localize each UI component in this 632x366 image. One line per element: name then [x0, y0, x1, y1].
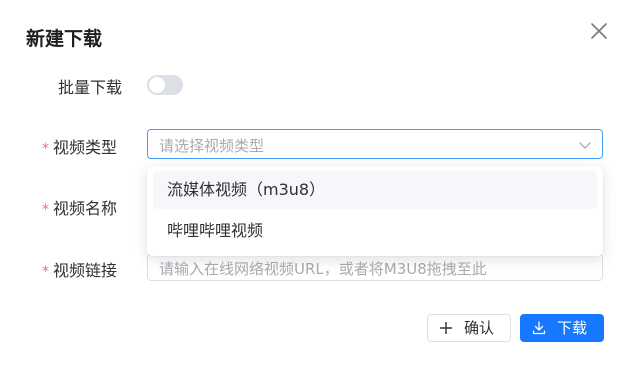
- switch-knob: [149, 77, 165, 93]
- confirm-button[interactable]: 确认: [427, 314, 511, 342]
- video-link-placeholder: 请输入在线网络视频URL，或者将M3U8拖拽至此: [159, 260, 487, 278]
- dropdown-option-bilibili[interactable]: 哔哩哔哩视频: [153, 212, 597, 250]
- video-name-label: * 视频名称: [42, 195, 117, 219]
- video-link-input[interactable]: 请输入在线网络视频URL，或者将M3U8拖拽至此: [147, 254, 603, 281]
- batch-download-label: 批量下载: [58, 78, 123, 97]
- video-link-label: * 视频链接: [42, 257, 117, 281]
- required-mark: *: [42, 141, 49, 157]
- confirm-button-label: 确认: [464, 319, 495, 337]
- batch-download-switch[interactable]: [147, 75, 183, 95]
- chevron-down-icon: [579, 142, 591, 149]
- video-type-select[interactable]: 请选择视频类型: [147, 129, 603, 159]
- download-button-label: 下载: [557, 319, 588, 337]
- plus-icon: [440, 322, 452, 334]
- new-download-dialog: 新建下载 批量下载 * 视频类型 请选择视频类型 * 视频名称 * 视频链接 请输入在…: [0, 0, 632, 366]
- video-type-dropdown: 流媒体视频（m3u8） 哔哩哔哩视频: [147, 166, 603, 256]
- required-mark: *: [42, 264, 49, 280]
- close-icon[interactable]: [588, 20, 610, 42]
- video-name-label-text: 视频名称: [53, 199, 118, 218]
- download-icon: [532, 321, 546, 335]
- dropdown-option-m3u8[interactable]: 流媒体视频（m3u8）: [153, 171, 597, 209]
- video-type-placeholder: 请选择视频类型: [159, 137, 265, 155]
- download-button[interactable]: 下载: [520, 314, 604, 342]
- dialog-title: 新建下载: [26, 28, 103, 50]
- video-type-label-text: 视频类型: [53, 138, 118, 157]
- video-link-label-text: 视频链接: [53, 261, 118, 280]
- required-mark: *: [42, 202, 49, 218]
- video-type-label: * 视频类型: [42, 134, 117, 158]
